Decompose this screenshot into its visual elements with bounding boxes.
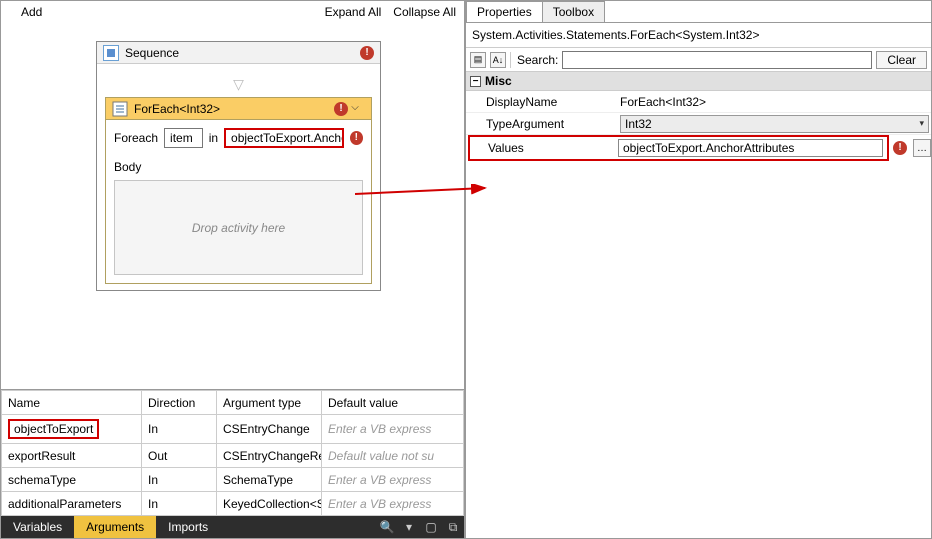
add-action[interactable]: Add xyxy=(21,5,42,19)
error-icon: ! xyxy=(360,46,374,60)
in-label: in xyxy=(209,131,218,145)
col-name[interactable]: Name xyxy=(2,391,142,415)
drop-indicator-icon: ▽ xyxy=(105,70,372,97)
clear-search-button[interactable]: Clear xyxy=(876,51,927,69)
arg-name[interactable]: exportResult xyxy=(2,444,142,468)
arg-type[interactable]: KeyedCollection<S xyxy=(217,492,322,516)
arg-direction[interactable]: In xyxy=(142,468,217,492)
designer-canvas[interactable]: Sequence ! ▽ ForEach<Int32> ! ⌵ xyxy=(1,23,464,389)
foreach-label: Foreach xyxy=(114,131,158,145)
error-icon: ! xyxy=(350,131,363,145)
property-search-input[interactable] xyxy=(562,51,872,69)
property-grid: − Misc DisplayName ForEach<Int32> TypeAr… xyxy=(466,72,931,538)
arg-name[interactable]: schemaType xyxy=(2,468,142,492)
arg-default[interactable]: Enter a VB express xyxy=(322,415,464,444)
argument-row[interactable]: additionalParameters In KeyedCollection<… xyxy=(2,492,464,516)
tab-toolbox[interactable]: Toolbox xyxy=(542,1,605,22)
overview-icon[interactable]: ⧉ xyxy=(442,516,464,538)
prop-values[interactable]: Values objectToExport.AnchorAttributes xyxy=(470,137,887,159)
arg-name[interactable]: objectToExport xyxy=(8,419,99,439)
prop-typeargument[interactable]: TypeArgument Int32 xyxy=(466,113,931,135)
prop-displayname[interactable]: DisplayName ForEach<Int32> xyxy=(466,91,931,113)
designer-toolbar: Add Expand All Collapse All xyxy=(1,1,464,23)
argument-row[interactable]: schemaType In SchemaType Enter a VB expr… xyxy=(2,468,464,492)
argument-row[interactable]: exportResult Out CSEntryChangeRes Defaul… xyxy=(2,444,464,468)
foreach-item-input[interactable]: item xyxy=(164,128,203,148)
col-direction[interactable]: Direction xyxy=(142,391,217,415)
expand-all-action[interactable]: Expand All xyxy=(325,5,382,19)
arg-type[interactable]: CSEntryChange xyxy=(217,415,322,444)
arg-default[interactable]: Enter a VB express xyxy=(322,468,464,492)
right-tab-strip: Properties Toolbox xyxy=(466,1,931,23)
arg-type[interactable]: SchemaType xyxy=(217,468,322,492)
error-icon: ! xyxy=(334,102,348,116)
sequence-title: Sequence xyxy=(125,46,360,60)
argument-row[interactable]: objectToExport In CSEntryChange Enter a … xyxy=(2,415,464,444)
foreach-icon xyxy=(112,101,128,117)
arg-direction[interactable]: In xyxy=(142,415,217,444)
misc-category-header[interactable]: − Misc xyxy=(466,72,931,91)
sequence-icon xyxy=(103,45,119,61)
categorize-icon[interactable]: ▤ xyxy=(470,52,486,68)
arg-default[interactable]: Enter a VB express xyxy=(322,492,464,516)
tab-imports[interactable]: Imports xyxy=(156,516,220,538)
tab-arguments[interactable]: Arguments xyxy=(74,516,156,538)
tab-variables[interactable]: Variables xyxy=(1,516,74,538)
col-type[interactable]: Argument type xyxy=(217,391,322,415)
arg-default[interactable]: Default value not su xyxy=(322,444,464,468)
selection-breadcrumb: System.Activities.Statements.ForEach<Sys… xyxy=(466,23,931,48)
property-toolbar: ▤ A↓ Search: Clear xyxy=(466,48,931,72)
collapse-all-action[interactable]: Collapse All xyxy=(393,5,456,19)
typeargument-combo[interactable]: Int32 xyxy=(620,115,929,133)
arguments-grid: Name Direction Argument type Default val… xyxy=(1,389,464,516)
arg-name[interactable]: additionalParameters xyxy=(2,492,142,516)
arg-direction[interactable]: Out xyxy=(142,444,217,468)
prop-displayname-value[interactable]: ForEach<Int32> xyxy=(616,95,931,109)
tab-properties[interactable]: Properties xyxy=(466,1,543,22)
sort-az-icon[interactable]: A↓ xyxy=(490,52,506,68)
arg-type[interactable]: CSEntryChangeRes xyxy=(217,444,322,468)
values-expression-input[interactable]: objectToExport.AnchorAttributes xyxy=(618,139,883,157)
collapse-icon[interactable]: − xyxy=(470,76,481,87)
foreach-title: ForEach<Int32> xyxy=(134,102,334,116)
col-default[interactable]: Default value xyxy=(322,391,464,415)
search-icon[interactable]: 🔍 xyxy=(376,516,398,538)
search-label: Search: xyxy=(517,53,558,67)
sequence-activity[interactable]: Sequence ! ▽ ForEach<Int32> ! ⌵ xyxy=(96,41,381,291)
foreach-activity[interactable]: ForEach<Int32> ! ⌵ Foreach item in objec… xyxy=(105,97,372,284)
zoom-dropdown[interactable]: ▾ xyxy=(398,516,420,538)
expression-editor-button[interactable]: … xyxy=(913,139,931,157)
error-icon: ! xyxy=(893,141,907,155)
fit-icon[interactable]: ▢ xyxy=(420,516,442,538)
bottom-tab-bar: Variables Arguments Imports 🔍 ▾ ▢ ⧉ xyxy=(1,516,464,538)
collapse-chevron-icon[interactable]: ⌵ xyxy=(348,102,362,116)
foreach-body-dropzone[interactable]: Drop activity here xyxy=(114,180,363,275)
body-label: Body xyxy=(106,156,371,176)
arg-direction[interactable]: In xyxy=(142,492,217,516)
foreach-in-expression[interactable]: objectToExport.Anchor xyxy=(224,128,344,148)
